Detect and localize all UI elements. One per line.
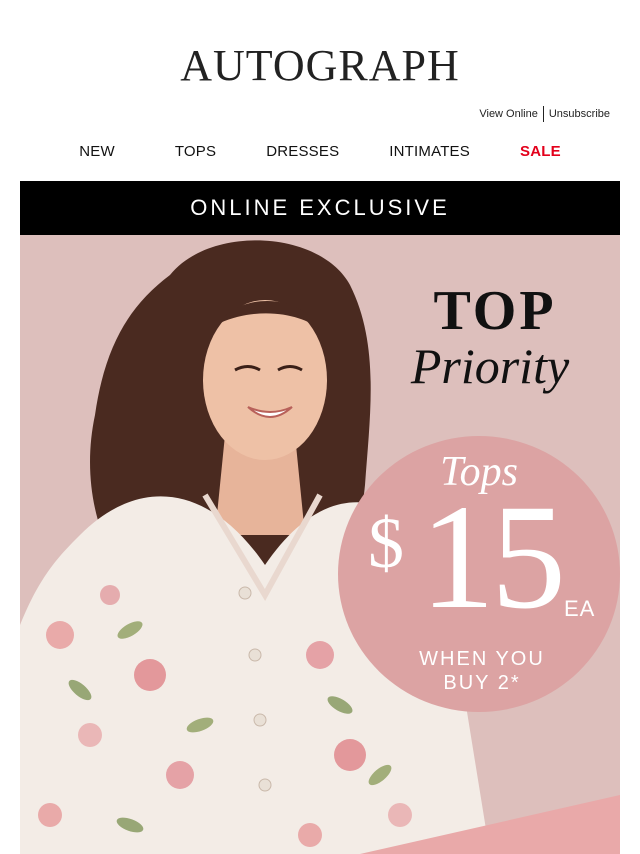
utility-divider xyxy=(542,106,544,122)
nav-item-tops[interactable]: TOPS xyxy=(175,143,216,160)
nav-item-sale[interactable]: SALE xyxy=(520,143,561,160)
online-exclusive-banner[interactable]: ONLINE EXCLUSIVE xyxy=(20,181,620,235)
brand-logo[interactable]: AUTOGRAPH xyxy=(0,40,640,91)
utility-links: View Online Unsubscribe xyxy=(479,106,610,122)
offer-unit: EA xyxy=(564,596,596,621)
view-online-link[interactable]: View Online xyxy=(479,108,538,120)
nav-item-dresses[interactable]: DRESSES xyxy=(266,143,339,160)
headline-priority: Priority xyxy=(410,338,570,394)
offer-price: 15 xyxy=(420,474,566,640)
hero-banner[interactable]: TOP Priority Tops $ 15 EA WHEN YOU BUY 2… xyxy=(20,235,620,854)
offer-condition-line2: BUY 2* xyxy=(443,672,521,694)
unsubscribe-link[interactable]: Unsubscribe xyxy=(549,108,610,120)
offer-currency: $ xyxy=(368,503,404,583)
nav-item-new[interactable]: NEW xyxy=(79,143,115,160)
main-nav: NEW TOPS DRESSES INTIMATES SALE xyxy=(0,143,640,160)
brand-header: AUTOGRAPH xyxy=(0,40,640,91)
offer-condition-line1: WHEN YOU xyxy=(419,648,545,670)
headline-top: TOP xyxy=(433,280,557,342)
nav-item-intimates[interactable]: INTIMATES xyxy=(389,143,470,160)
hero-headline: TOP Priority xyxy=(390,283,600,393)
offer-badge[interactable]: Tops $ 15 EA WHEN YOU BUY 2* xyxy=(338,436,620,712)
